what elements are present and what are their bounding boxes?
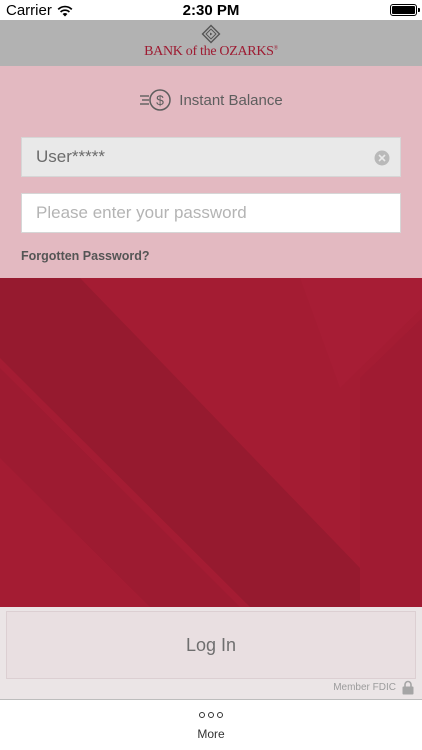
status-bar: Carrier 2:30 PM (0, 0, 422, 20)
username-field[interactable]: User***** (21, 137, 401, 177)
more-tab[interactable]: More (0, 712, 422, 741)
hero-stripes (0, 278, 422, 607)
fdic-notice: Member FDIC (333, 680, 414, 695)
password-field[interactable]: Please enter your password (21, 193, 401, 233)
password-placeholder: Please enter your password (36, 203, 247, 222)
login-panel: $ Instant Balance User***** Please enter… (0, 66, 422, 278)
instant-balance-icon: $ (140, 89, 172, 111)
clear-icon[interactable] (374, 150, 390, 166)
username-value: User***** (36, 147, 105, 166)
logo-diamond-icon (201, 24, 221, 44)
more-icon (199, 712, 223, 718)
fdic-label: Member FDIC (333, 682, 396, 693)
battery-icon (390, 4, 420, 16)
instant-balance-button[interactable]: $ Instant Balance (0, 88, 422, 112)
instant-balance-label: Instant Balance (179, 91, 283, 109)
login-area: Log In Member FDIC (0, 607, 422, 699)
status-time: 2:30 PM (182, 2, 240, 19)
bank-name: BANK of the OZARKS® (144, 44, 278, 59)
more-label: More (197, 727, 225, 741)
bank-logo: BANK of the OZARKS® (0, 24, 422, 60)
hero-graphic (0, 278, 422, 607)
tab-bar: More (0, 699, 422, 750)
lock-icon (402, 680, 414, 695)
forgot-password-link[interactable]: Forgotten Password? (21, 249, 149, 263)
brand-header: BANK of the OZARKS® (0, 20, 422, 66)
svg-text:$: $ (156, 92, 164, 108)
login-button[interactable]: Log In (6, 611, 416, 679)
